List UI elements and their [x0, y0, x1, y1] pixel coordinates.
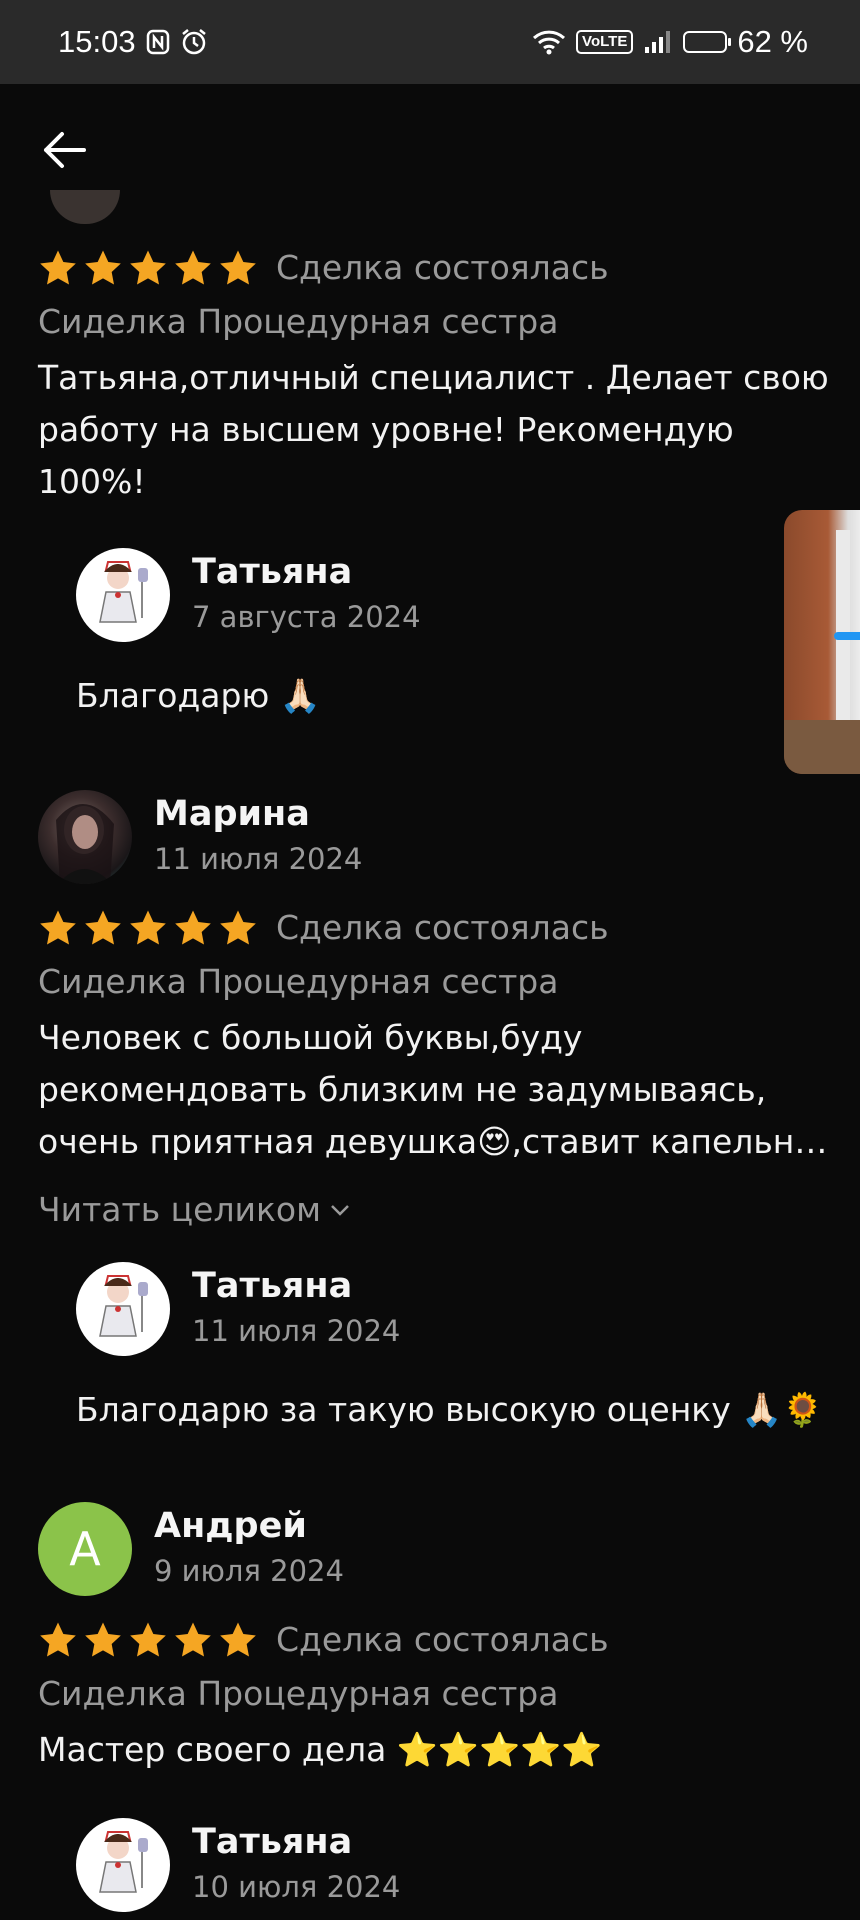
star-icon — [40, 910, 76, 945]
nurse-avatar-image — [99, 1275, 148, 1337]
review-text: Татьяна,отличный специалист . Делает сво… — [38, 358, 829, 501]
status-bar: 15:03 VoLTE 62 % — [0, 0, 860, 84]
chevron-down-icon — [331, 1204, 349, 1216]
star-icon — [220, 1622, 256, 1657]
floating-video-thumbnail[interactable] — [784, 510, 860, 774]
star-icon — [220, 910, 256, 945]
nfc-icon — [146, 29, 170, 55]
rating-stars — [38, 248, 258, 288]
star-icon — [85, 250, 121, 285]
thumbnail-floor — [784, 720, 860, 774]
star-icon — [85, 910, 121, 945]
review-date: 9 июля 2024 — [154, 1554, 344, 1588]
read-more-link[interactable]: Читать целиком — [38, 1190, 351, 1229]
star-icon — [130, 250, 166, 285]
reply-date: 11 июля 2024 — [192, 1314, 401, 1348]
star-icon — [40, 1622, 76, 1657]
nurse-avatar-image — [99, 561, 148, 623]
rating-stars — [38, 1620, 258, 1660]
review-card: Марина 11 июля 2024 Сделка состоялась Си… — [38, 790, 836, 1450]
service-category: Сиделка Процедурная сестра — [38, 1674, 559, 1713]
star-icon — [130, 1622, 166, 1657]
reviewer-name: Марина — [154, 794, 310, 834]
arrow-left-icon — [44, 132, 86, 168]
reply-text: Благодарю за такую высокую оценку 🙏🏻🌻 — [76, 1390, 824, 1429]
star-icon — [220, 250, 256, 285]
deal-status: Сделка состоялась — [276, 908, 609, 947]
avatar — [76, 1818, 170, 1912]
avatar-cutoff — [50, 190, 120, 224]
clock: 15:03 — [58, 24, 136, 59]
battery-icon — [683, 31, 732, 53]
avatar — [76, 1262, 170, 1356]
service-category: Сиделка Процедурная сестра — [38, 302, 559, 341]
review-card: А Андрей 9 июля 2024 Сделка состоялась С… — [38, 1502, 836, 1920]
reply-author: Татьяна — [192, 552, 353, 592]
thumbnail-handle — [834, 632, 860, 640]
star-icon — [175, 250, 211, 285]
review-card: Сделка состоялась Сиделка Процедурная се… — [38, 244, 836, 764]
star-icon — [40, 250, 76, 285]
star-icon — [175, 1622, 211, 1657]
review-date: 11 июля 2024 — [154, 842, 363, 876]
reply-text: Благодарю 🙏🏻 — [76, 676, 321, 715]
deal-status: Сделка состоялась — [276, 248, 609, 287]
review-text: Мастер своего дела ⭐⭐⭐⭐⭐ — [38, 1730, 603, 1769]
avatar: А — [38, 1502, 132, 1596]
avatar — [38, 790, 132, 884]
rating-stars — [38, 908, 258, 948]
reply-date: 7 августа 2024 — [192, 600, 421, 634]
alarm-icon — [180, 28, 208, 56]
review-text: Человек с большой буквы,буду рекомендова… — [38, 1018, 828, 1161]
back-button[interactable] — [40, 128, 90, 172]
user-photo — [56, 803, 114, 884]
service-category: Сиделка Процедурная сестра — [38, 962, 559, 1001]
avatar — [76, 548, 170, 642]
star-icon — [85, 1622, 121, 1657]
star-icon — [175, 910, 211, 945]
reply-date: 10 июля 2024 — [192, 1870, 401, 1904]
read-more-label: Читать целиком — [38, 1190, 321, 1229]
reply-author: Татьяна — [192, 1266, 353, 1306]
nurse-avatar-image — [99, 1831, 148, 1893]
reply-author: Татьяна — [192, 1822, 353, 1862]
wifi-icon — [532, 29, 566, 55]
star-icon — [130, 910, 166, 945]
battery-percent: 62 % — [737, 24, 808, 59]
volte-badge: VoLTE — [576, 30, 634, 54]
signal-icon — [643, 29, 673, 55]
deal-status: Сделка состоялась — [276, 1620, 609, 1659]
reviewer-name: Андрей — [154, 1506, 307, 1546]
